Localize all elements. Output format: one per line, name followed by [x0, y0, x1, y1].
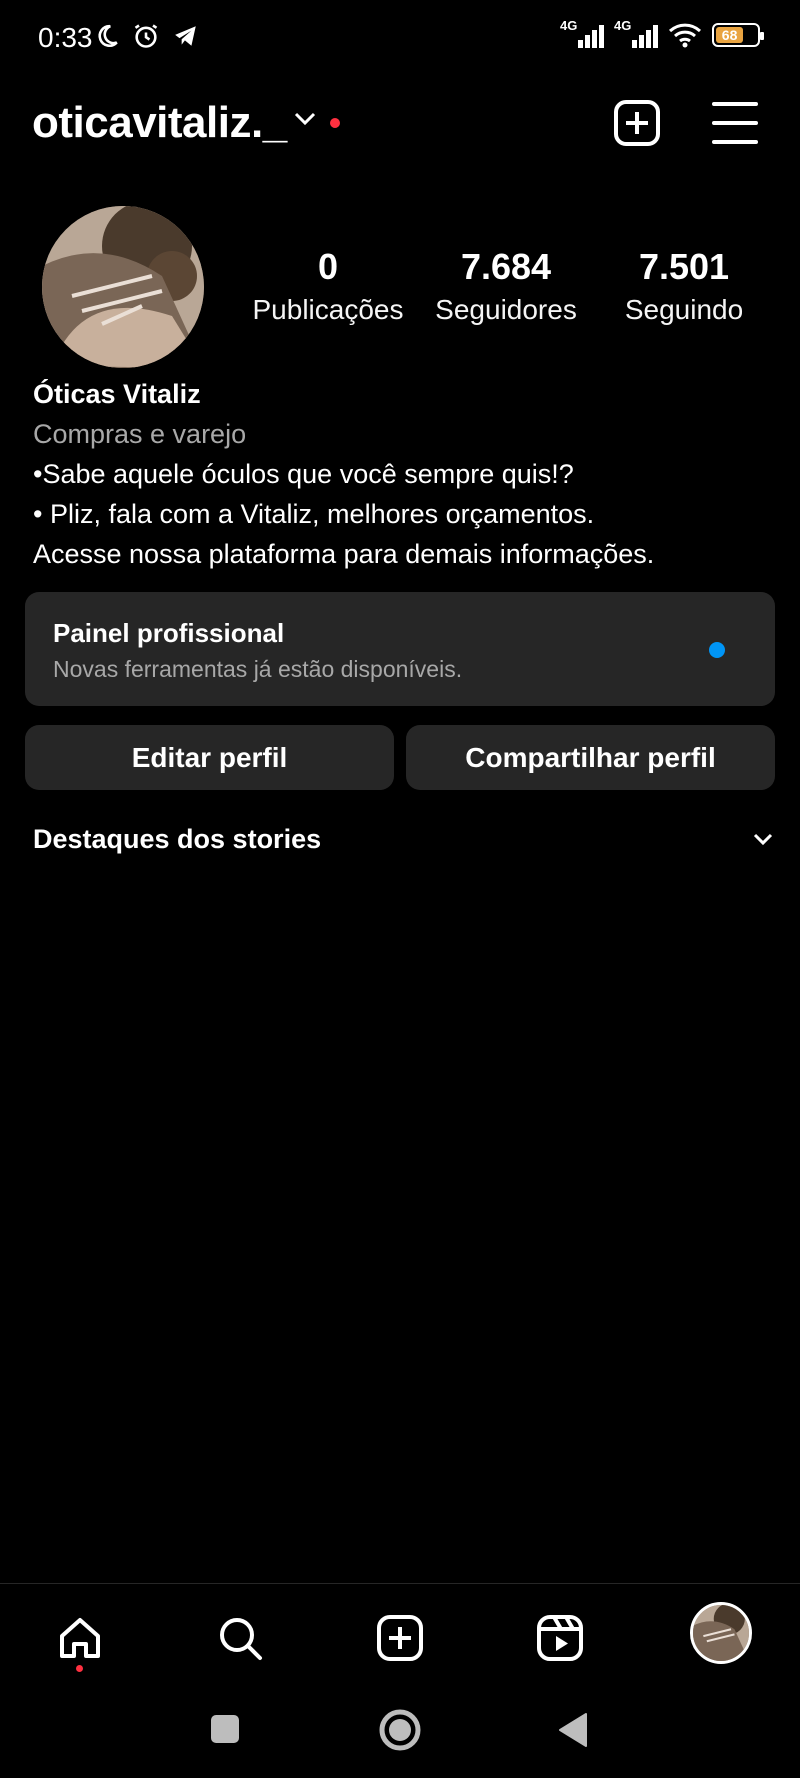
chevron-down-icon[interactable] — [294, 112, 316, 126]
status-left-icons — [94, 22, 200, 50]
stat-value: 7.501 — [638, 246, 730, 287]
pro-panel-subtitle: Novas ferramentas já estão disponíveis. — [53, 656, 463, 682]
bio-line: Acesse nossa plataforma para demais info… — [33, 539, 655, 569]
create-icon[interactable] — [370, 1608, 430, 1668]
highlights-title: Destaques dos stories — [33, 824, 322, 854]
battery-level: 68 — [716, 27, 744, 43]
stat-following[interactable]: 7.501 Seguindo — [594, 244, 774, 330]
home-icon[interactable] — [50, 1608, 110, 1668]
profile-avatar[interactable] — [42, 206, 204, 368]
status-bar: 0:33 4G 4G 68 — [0, 0, 800, 80]
profile-header: oticavitaliz._ — [0, 90, 800, 160]
search-icon[interactable] — [210, 1608, 270, 1668]
display-name: Óticas Vitaliz — [33, 379, 201, 409]
stat-value: 7.684 — [460, 246, 552, 287]
back-icon[interactable] — [556, 1710, 590, 1750]
network-type-label: 4G — [614, 18, 632, 33]
stat-label: Publicações — [252, 294, 404, 325]
chevron-down-icon[interactable] — [753, 832, 773, 846]
recents-icon[interactable] — [208, 1712, 242, 1746]
category-label: Compras e varejo — [33, 419, 247, 449]
battery-icon: 68 — [712, 23, 764, 47]
avatar-image — [42, 206, 204, 368]
username-switcher[interactable]: oticavitaliz._ — [32, 98, 287, 148]
bio-line: •Sabe aquele óculos que você sempre quis… — [33, 459, 574, 489]
story-highlights-header[interactable]: Destaques dos stories — [33, 824, 773, 864]
stat-value: 0 — [317, 246, 339, 287]
professional-dashboard-card[interactable]: Painel profissional Novas ferramentas já… — [25, 592, 775, 706]
telegram-icon — [175, 26, 196, 46]
moon-icon — [98, 24, 118, 47]
system-navigation-bar — [0, 1690, 800, 1778]
share-profile-button[interactable]: Compartilhar perfil — [406, 725, 775, 790]
stat-label: Seguidores — [435, 294, 577, 325]
stat-posts[interactable]: 0 Publicações — [238, 244, 418, 330]
pro-panel-title: Painel profissional — [53, 618, 285, 648]
status-time: 0:33 — [38, 22, 93, 53]
stat-label: Seguindo — [624, 294, 744, 325]
home-circle-icon[interactable] — [378, 1708, 422, 1752]
plus-square-icon[interactable] — [612, 98, 662, 148]
new-indicator-dot — [709, 642, 725, 658]
wifi-icon — [668, 23, 702, 48]
signal-icon: 4G — [560, 18, 604, 48]
network-type-label: 4G — [560, 18, 578, 33]
profile-bio: Óticas Vitaliz Compras e varejo •Sabe aq… — [33, 374, 773, 574]
reels-icon[interactable] — [530, 1608, 590, 1668]
signal-icon: 4G — [614, 18, 658, 48]
status-right-icons: 4G 4G 68 — [560, 18, 764, 48]
bottom-navigation — [0, 1583, 800, 1683]
edit-profile-button[interactable]: Editar perfil — [25, 725, 394, 790]
alarm-icon — [134, 24, 158, 48]
hamburger-menu-icon[interactable] — [712, 102, 758, 144]
notification-dot — [330, 118, 340, 128]
home-notification-dot — [76, 1665, 83, 1672]
profile-tab-avatar[interactable] — [690, 1602, 752, 1664]
bio-line: • Pliz, fala com a Vitaliz, melhores orç… — [33, 499, 595, 529]
stat-followers[interactable]: 7.684 Seguidores — [416, 244, 596, 330]
